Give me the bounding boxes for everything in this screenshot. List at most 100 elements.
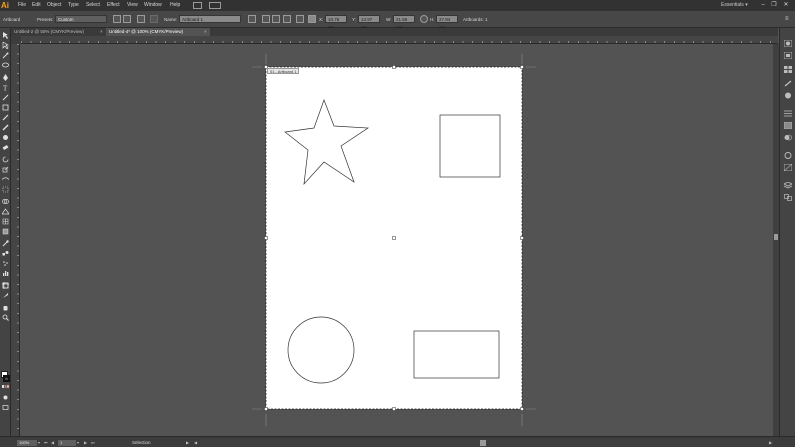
ruler-origin[interactable] bbox=[11, 36, 21, 44]
zoom-level-field[interactable]: 100% bbox=[17, 440, 37, 446]
pen-tool-icon[interactable] bbox=[2, 74, 9, 81]
horizontal-scroll-thumb[interactable] bbox=[480, 440, 486, 446]
slice-tool-icon[interactable] bbox=[2, 292, 9, 299]
menu-effect[interactable]: Effect bbox=[107, 0, 120, 11]
close-window-button[interactable]: ✕ bbox=[782, 1, 790, 9]
transparency-icon[interactable] bbox=[784, 134, 792, 141]
restore-button[interactable]: ❐ bbox=[770, 1, 778, 9]
artboard-tool-icon[interactable] bbox=[2, 282, 9, 289]
presets-dropdown[interactable]: Custom bbox=[55, 15, 107, 23]
color-panel-icon[interactable] bbox=[784, 40, 792, 47]
panel-menu-icon[interactable]: ≡ bbox=[785, 11, 789, 28]
brushes-icon[interactable] bbox=[784, 80, 792, 87]
stroke-panel-icon[interactable] bbox=[784, 110, 792, 117]
paintbrush-tool-icon[interactable] bbox=[2, 114, 9, 121]
landscape-icon[interactable] bbox=[123, 15, 131, 23]
appearance-icon[interactable] bbox=[784, 152, 792, 159]
scroll-right-icon[interactable]: ▶ bbox=[769, 440, 772, 446]
color-modes-icon[interactable] bbox=[2, 384, 9, 391]
minimize-button[interactable]: – bbox=[759, 1, 767, 9]
type-tool-icon[interactable]: T bbox=[2, 84, 9, 92]
artboard-number-field[interactable]: 1 bbox=[58, 440, 76, 446]
menu-type[interactable]: Type bbox=[68, 0, 79, 11]
show-cross-hairs-icon[interactable] bbox=[272, 15, 280, 23]
last-artboard-icon[interactable]: ⏭ bbox=[91, 440, 95, 446]
graphic-styles-icon[interactable] bbox=[784, 164, 792, 171]
shape-builder-tool-icon[interactable] bbox=[2, 198, 9, 205]
artboard-name-input[interactable]: Artboard 1 bbox=[179, 15, 241, 23]
mesh-tool-icon[interactable] bbox=[2, 218, 9, 225]
free-transform-tool-icon[interactable] bbox=[2, 186, 9, 193]
blend-tool-icon[interactable] bbox=[2, 250, 9, 257]
move-copy-artwork-icon[interactable] bbox=[248, 15, 256, 23]
rectangle-tool-icon[interactable] bbox=[2, 104, 9, 111]
scroll-left-icon[interactable]: ◀ bbox=[194, 440, 197, 446]
first-artboard-icon[interactable]: ⏮ bbox=[44, 440, 48, 446]
width-tool-icon[interactable] bbox=[2, 176, 9, 183]
constrain-proportions-icon[interactable] bbox=[420, 15, 428, 23]
drawing-modes-icon[interactable] bbox=[2, 394, 9, 401]
delete-artboard-icon[interactable] bbox=[150, 15, 158, 23]
line-tool-icon[interactable] bbox=[2, 94, 9, 101]
arrange-documents-icon[interactable] bbox=[209, 2, 221, 9]
rotate-tool-icon[interactable] bbox=[2, 156, 9, 163]
menu-edit[interactable]: Edit bbox=[32, 0, 41, 11]
menu-object[interactable]: Object bbox=[47, 0, 61, 11]
y-input[interactable]: 13.97 cm bbox=[358, 15, 380, 30]
tab-close-icon[interactable]: × bbox=[204, 28, 207, 36]
next-artboard-icon[interactable]: ▶ bbox=[84, 440, 87, 446]
layers-icon[interactable] bbox=[784, 182, 792, 189]
artboards-panel-icon[interactable] bbox=[784, 194, 792, 201]
blob-brush-tool-icon[interactable] bbox=[2, 134, 9, 141]
color-guide-icon[interactable] bbox=[784, 52, 792, 59]
artboard-options-icon[interactable] bbox=[296, 15, 304, 23]
vertical-ruler[interactable] bbox=[11, 44, 20, 436]
vertical-scroll-thumb[interactable] bbox=[774, 234, 778, 240]
stroke-swatch[interactable] bbox=[3, 375, 10, 382]
column-graph-tool-icon[interactable] bbox=[2, 270, 9, 277]
horizontal-scrollbar[interactable] bbox=[200, 439, 773, 447]
eyedropper-tool-icon[interactable] bbox=[2, 240, 9, 247]
artboard-dropdown-icon[interactable]: ▾ bbox=[77, 440, 79, 446]
scale-tool-icon[interactable] bbox=[2, 166, 9, 173]
menu-view[interactable]: View bbox=[127, 0, 138, 11]
w-input[interactable]: 21.66 cm bbox=[393, 15, 415, 30]
workspace-switcher[interactable]: Essentials ▾ bbox=[721, 0, 748, 11]
horizontal-ruler[interactable] bbox=[21, 36, 778, 44]
symbols-icon[interactable] bbox=[784, 92, 792, 99]
direct-selection-tool-icon[interactable] bbox=[2, 42, 9, 49]
bridge-icon[interactable] bbox=[193, 2, 202, 9]
x-input[interactable]: 10.76 cm bbox=[325, 15, 347, 30]
h-input[interactable]: 27.94 cm bbox=[436, 15, 458, 30]
tab-close-icon[interactable]: × bbox=[100, 28, 103, 36]
reference-point-icon[interactable] bbox=[308, 15, 316, 23]
hand-tool-icon[interactable] bbox=[2, 304, 9, 311]
zoom-dropdown-icon[interactable]: ▾ bbox=[38, 440, 40, 446]
show-center-mark-icon[interactable] bbox=[262, 15, 270, 23]
screen-mode-icon[interactable] bbox=[2, 404, 9, 411]
previous-artboard-icon[interactable]: ◀ bbox=[51, 440, 54, 446]
gradient-panel-icon[interactable] bbox=[784, 122, 792, 129]
symbol-sprayer-tool-icon[interactable] bbox=[2, 260, 9, 267]
swatches-icon[interactable] bbox=[784, 66, 792, 73]
menu-help[interactable]: Help bbox=[170, 0, 180, 11]
pencil-tool-icon[interactable] bbox=[2, 124, 9, 131]
menu-window[interactable]: Window bbox=[144, 0, 162, 11]
menu-select[interactable]: Select bbox=[86, 0, 100, 11]
portrait-icon[interactable] bbox=[113, 15, 121, 23]
zoom-tool-icon[interactable] bbox=[2, 314, 9, 321]
lasso-tool-icon[interactable] bbox=[2, 62, 9, 69]
magic-wand-tool-icon[interactable] bbox=[2, 52, 9, 59]
menu-file[interactable]: File bbox=[18, 0, 26, 11]
tab-untitled-4[interactable]: Untitled-4* @ 100% (CMYK/Preview) bbox=[106, 28, 210, 36]
status-menu-icon[interactable]: ▶ bbox=[186, 440, 189, 446]
menu-bar: Ai File Edit Object Type Select Effect V… bbox=[0, 0, 795, 11]
tab-untitled-2[interactable]: Untitled-2 @ 50% (CMYK/Preview) bbox=[11, 28, 106, 36]
eraser-tool-icon[interactable] bbox=[2, 144, 9, 151]
canvas-area[interactable]: 01 - Artboard 1 bbox=[21, 44, 773, 436]
perspective-grid-tool-icon[interactable] bbox=[2, 208, 9, 215]
new-artboard-icon[interactable] bbox=[137, 15, 145, 23]
show-safe-areas-icon[interactable] bbox=[283, 15, 291, 23]
gradient-tool-icon[interactable] bbox=[2, 228, 9, 235]
selection-tool-icon[interactable] bbox=[2, 32, 9, 39]
